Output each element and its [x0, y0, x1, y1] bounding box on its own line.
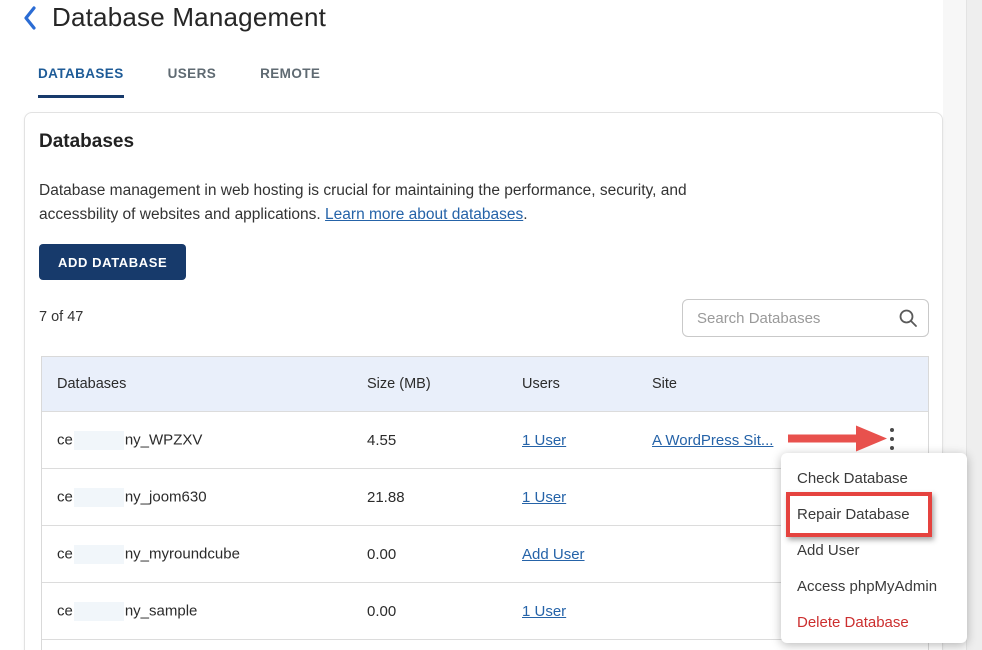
- users-link[interactable]: 1 User: [522, 603, 566, 620]
- learn-more-link[interactable]: Learn more about databases: [325, 206, 523, 223]
- users-link[interactable]: 1 User: [522, 489, 566, 506]
- description-line2: accessbility of websites and application…: [39, 206, 325, 223]
- database-name: ceny_joom630: [42, 488, 367, 507]
- users-link[interactable]: 1 User: [522, 432, 566, 449]
- search-input[interactable]: [682, 299, 929, 337]
- page-title: Database Management: [52, 2, 326, 33]
- database-name: ceny_myroundcube: [42, 545, 367, 564]
- add-database-button[interactable]: ADD DATABASE: [39, 244, 186, 280]
- site-link[interactable]: A WordPress Sit...: [652, 432, 773, 449]
- menu-item-access-phpmyadmin[interactable]: Access phpMyAdmin: [781, 568, 967, 604]
- back-chevron-icon[interactable]: [20, 5, 40, 31]
- redacted-text: [74, 602, 124, 621]
- database-size: 0.00: [367, 603, 522, 620]
- card-description: Database management in web hosting is cr…: [39, 179, 799, 227]
- database-name: ceny_WPZXV: [42, 431, 367, 450]
- search-icon[interactable]: [898, 308, 918, 328]
- search-box: [682, 299, 929, 337]
- menu-item-delete-database[interactable]: Delete Database: [781, 604, 967, 640]
- menu-item-add-user[interactable]: Add User: [781, 532, 967, 568]
- redacted-text: [74, 545, 124, 564]
- scrollbar[interactable]: [966, 0, 982, 650]
- database-size: 4.55: [367, 432, 522, 449]
- result-count: 7 of 47: [39, 309, 83, 325]
- add-user-link[interactable]: Add User: [522, 546, 585, 563]
- tab-users[interactable]: USERS: [168, 66, 217, 98]
- card-title: Databases: [39, 131, 134, 153]
- redacted-text: [74, 488, 124, 507]
- menu-item-check-database[interactable]: Check Database: [781, 460, 967, 496]
- tab-bar: DATABASES USERS REMOTE: [38, 66, 320, 98]
- description-line1: Database management in web hosting is cr…: [39, 182, 687, 199]
- tab-remote[interactable]: REMOTE: [260, 66, 320, 98]
- description-period: .: [523, 206, 527, 223]
- row-context-menu: Check Database Repair Database Add User …: [781, 453, 967, 643]
- col-header-site: Site: [652, 376, 850, 392]
- col-header-size: Size (MB): [367, 376, 522, 392]
- page-header: Database Management: [20, 2, 326, 33]
- menu-item-repair-database[interactable]: Repair Database: [781, 496, 967, 532]
- col-header-databases: Databases: [42, 376, 367, 392]
- col-header-users: Users: [522, 376, 652, 392]
- row-actions-kebab-icon[interactable]: [882, 423, 902, 455]
- database-size: 21.88: [367, 489, 522, 506]
- table-header-row: Databases Size (MB) Users Site: [42, 357, 928, 412]
- tab-databases[interactable]: DATABASES: [38, 66, 124, 98]
- database-size: 0.00: [367, 546, 522, 563]
- database-name: ceny_sample: [42, 602, 367, 621]
- redacted-text: [74, 431, 124, 450]
